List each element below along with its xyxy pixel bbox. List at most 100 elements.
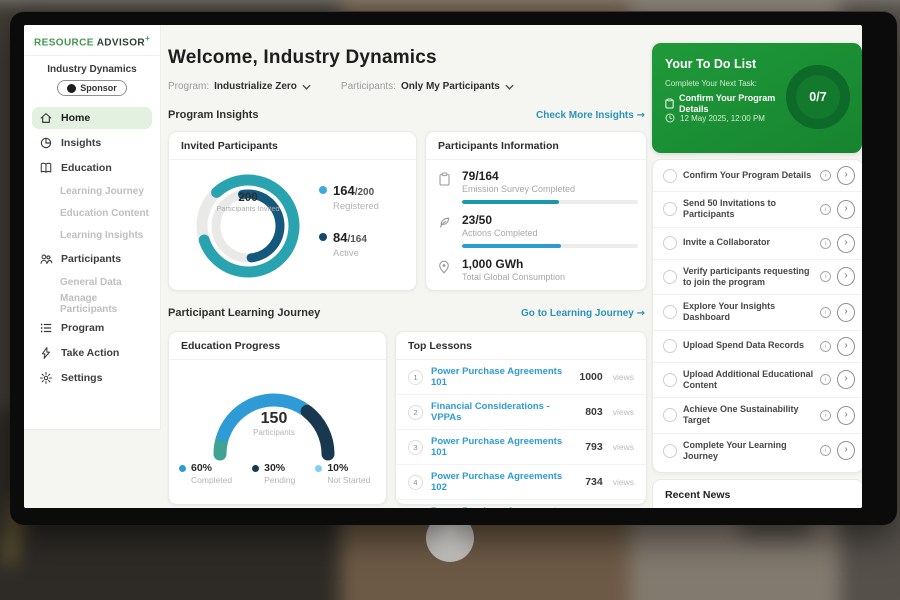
todo-task-send-50-invitations-to-participants[interactable]: Send 50 Invitations to Participantsi›	[653, 191, 862, 227]
todo-task-upload-spend-data-records[interactable]: Upload Spend Data Recordsi›	[653, 330, 862, 362]
task-open-button[interactable]: ›	[837, 337, 855, 356]
participants-icon	[38, 252, 53, 267]
lesson-link[interactable]: Power Purchase Agreements 101	[431, 436, 577, 458]
lesson-views-suffix: views	[613, 407, 634, 417]
education-progress-card: Education Progress 150 Participants 60%C…	[168, 331, 387, 505]
info-icon[interactable]: i	[820, 374, 831, 385]
lesson-views-value: 803	[585, 406, 603, 418]
sidebar-item-learning-journey[interactable]: Learning Journey	[32, 181, 152, 201]
info-icon[interactable]: i	[820, 238, 831, 249]
participants-dropdown[interactable]: Participants: Only My Participants	[341, 81, 514, 92]
info-icon[interactable]: i	[820, 204, 831, 215]
sidebar-item-learning-insights[interactable]: Learning Insights	[32, 225, 152, 245]
sidebar-item-education-content[interactable]: Education Content	[32, 203, 152, 223]
info-icon[interactable]: i	[820, 170, 831, 181]
todo-subtitle: Complete Your Next Task:	[665, 79, 757, 88]
info-row-emission-survey-completed: 79/164Emission Survey Completed	[426, 160, 646, 204]
task-checkbox[interactable]	[663, 202, 677, 216]
legend-label: Registered	[333, 201, 379, 212]
legend-text: 164/200Registered	[333, 182, 379, 212]
go-to-learning-journey-link[interactable]: Go to Learning Journey →	[521, 308, 645, 319]
task-open-button[interactable]: ›	[837, 303, 855, 322]
participants-information-card: Participants Information 79/164Emission …	[425, 131, 647, 291]
info-row-actions-completed: 23/50Actions Completed	[426, 204, 646, 248]
lesson-link[interactable]: Financial Considerations - VPPAs	[431, 401, 577, 423]
sidebar-item-home[interactable]: Home	[32, 107, 152, 129]
clipboard-icon	[665, 98, 674, 109]
legend-dot	[315, 465, 322, 472]
info-value: 79/164	[462, 169, 638, 183]
task-open-button[interactable]: ›	[837, 370, 855, 389]
task-label: Complete Your Learning Journey	[683, 440, 814, 463]
sidebar-item-general-data[interactable]: General Data	[32, 272, 152, 292]
sidebar-item-education[interactable]: Education	[32, 157, 152, 179]
task-checkbox[interactable]	[663, 169, 677, 183]
task-checkbox[interactable]	[663, 236, 677, 250]
gauge-legend-item-not-started: 10%Not Started	[315, 462, 370, 485]
task-open-button[interactable]: ›	[837, 234, 855, 253]
lesson-views-suffix: views	[613, 372, 634, 382]
lesson-link[interactable]: Power Purchase Agreements 102	[431, 471, 577, 493]
info-icon[interactable]: i	[820, 445, 831, 456]
todo-task-achieve-one-sustainability-target[interactable]: Achieve One Sustainability Target i ›	[653, 397, 862, 433]
task-open-button[interactable]: ›	[837, 200, 855, 219]
todo-task-explore-your-insights-dashboard[interactable]: Explore Your Insights Dashboardi›	[653, 294, 862, 330]
legend-pct: 10%	[327, 462, 348, 474]
main-content: Welcome, Industry Dynamics Program: Indu…	[168, 25, 646, 508]
section-title-program-insights: Program Insights	[168, 109, 258, 121]
task-label: Verify participants requesting to join t…	[683, 266, 814, 289]
todo-task-upload-additional-educational-content[interactable]: Upload Additional Educational Contenti›	[653, 362, 862, 398]
sidebar-item-participants[interactable]: Participants	[32, 248, 152, 270]
task-checkbox[interactable]	[663, 305, 677, 319]
sidebar-item-settings[interactable]: Settings	[32, 367, 152, 389]
sidebar-item-program[interactable]: Program	[32, 317, 152, 339]
task-label: Confirm Your Program Details	[683, 170, 814, 181]
info-row-body: 79/164Emission Survey Completed	[462, 169, 638, 204]
todo-task-invite-a-collaborator[interactable]: Invite a Collaboratori›	[653, 227, 862, 259]
lesson-link[interactable]: Power Purchase Agreements 103	[431, 506, 577, 508]
info-icon[interactable]: i	[820, 341, 831, 352]
task-label: Achieve One Sustainability Target	[683, 404, 814, 427]
todo-task-confirm-your-program-details[interactable]: Confirm Your Program Details i ›	[653, 160, 862, 191]
info-icon[interactable]: i	[820, 307, 831, 318]
task-checkbox[interactable]	[663, 270, 677, 284]
clock-icon	[665, 113, 675, 123]
lesson-rank: 3	[408, 440, 423, 455]
task-open-button[interactable]: ›	[837, 166, 855, 185]
check-more-insights-link[interactable]: Check More Insights →	[536, 110, 645, 121]
sidebar-item-label: Learning Journey	[60, 186, 144, 197]
task-checkbox[interactable]	[663, 444, 677, 458]
sidebar-item-label: Learning Insights	[60, 230, 143, 241]
participants-label: Participants:	[341, 81, 396, 92]
task-open-button[interactable]: ›	[837, 267, 855, 286]
sidebar-item-take-action[interactable]: Take Action	[32, 342, 152, 364]
program-icon	[38, 321, 53, 336]
info-icon[interactable]: i	[820, 410, 831, 421]
todo-progress-ring: 0/7	[786, 65, 850, 129]
gauge-legend-item-pending: 30%Pending	[252, 462, 295, 485]
chevron-down-icon	[505, 84, 514, 90]
program-dropdown[interactable]: Program: Industrialize Zero	[168, 81, 311, 92]
task-open-button[interactable]: ›	[837, 406, 855, 425]
legend-label: Not Started	[327, 475, 370, 485]
todo-task-complete-your-learning-journey[interactable]: Complete Your Learning Journey i ›	[653, 433, 862, 469]
task-open-button[interactable]: ›	[837, 441, 855, 460]
progress-bar	[462, 200, 638, 204]
task-checkbox[interactable]	[663, 373, 677, 387]
sponsor-label: Sponsor	[80, 83, 117, 93]
info-icon[interactable]: i	[820, 271, 831, 282]
task-checkbox[interactable]	[663, 339, 677, 353]
sidebar-item-insights[interactable]: Insights	[32, 132, 152, 154]
todo-task-verify-participants-requesting-to-join-the-program[interactable]: Verify participants requesting to join t…	[653, 259, 862, 295]
arrow-right-icon: →	[637, 110, 645, 121]
legend-num: 84	[333, 230, 347, 245]
donut-center-label: 200 Participants Invited	[213, 192, 283, 213]
progress-bar	[462, 244, 638, 248]
lesson-link[interactable]: Power Purchase Agreements 101	[431, 366, 571, 388]
task-checkbox[interactable]	[663, 408, 677, 422]
collapse-tasks-link[interactable]: Collapse Tasks ⌃	[653, 468, 862, 473]
sponsor-badge[interactable]: Sponsor	[57, 80, 127, 96]
lesson-row: 2Financial Considerations - VPPAs803view…	[396, 394, 646, 429]
todo-next-task: Confirm Your Program Details	[665, 93, 795, 115]
sidebar-item-manage-participants[interactable]: Manage Participants	[32, 294, 152, 314]
